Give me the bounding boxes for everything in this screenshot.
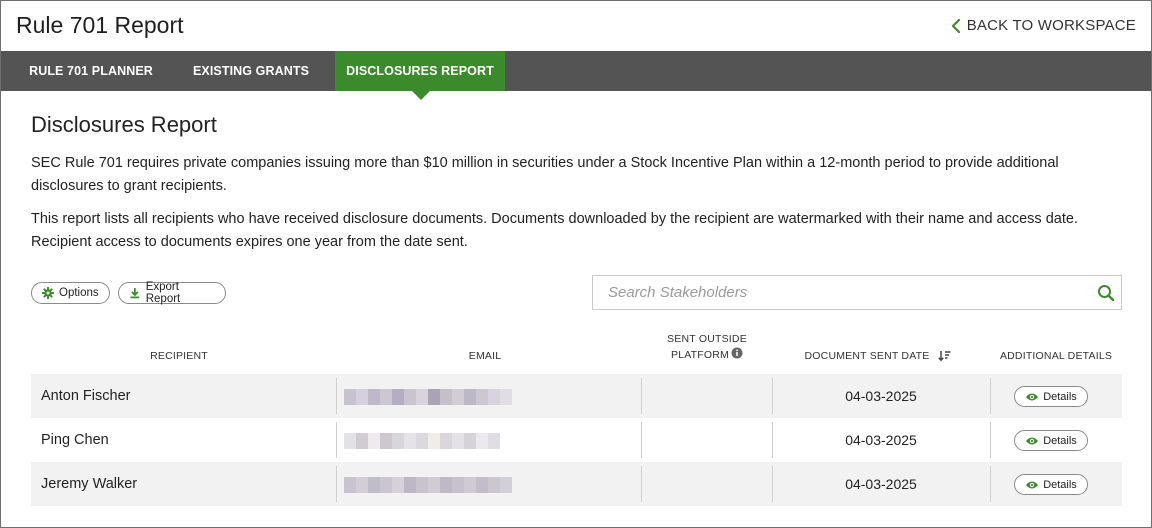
eye-icon <box>1026 481 1039 488</box>
app-frame: Rule 701 Report BACK TO WORKSPACE RULE 7… <box>0 0 1152 528</box>
download-icon <box>130 288 140 299</box>
column-divider <box>990 378 991 414</box>
column-header-email: EMAIL <box>468 350 502 362</box>
column-divider <box>641 466 642 502</box>
email-redacted <box>344 433 500 449</box>
sort-descending-icon[interactable] <box>938 350 951 362</box>
recipient-name: Jeremy Walker <box>41 476 138 492</box>
description-paragraph: This report lists all recipients who hav… <box>31 211 1078 250</box>
sent-outside-label-line2: PLATFORM <box>643 347 771 363</box>
back-to-workspace-link[interactable]: BACK TO WORKSPACE <box>951 17 1136 34</box>
document-sent-date-label: DOCUMENT SENT DATE <box>804 350 930 362</box>
search-box <box>592 275 1122 310</box>
info-icon[interactable] <box>731 347 743 359</box>
chevron-left-icon <box>951 18 960 33</box>
column-divider <box>336 422 337 458</box>
details-button[interactable]: Details <box>1014 430 1088 451</box>
column-header-additional-details: ADDITIONAL DETAILS <box>999 350 1113 362</box>
eye-icon <box>1026 437 1039 444</box>
column-header-sent-outside-platform: SENT OUTSIDE PLATFORM <box>643 331 771 363</box>
recipient-name: Ping Chen <box>41 432 109 448</box>
email-redacted <box>344 389 512 405</box>
search-icon[interactable] <box>1097 284 1115 302</box>
details-label: Details <box>1043 478 1077 491</box>
column-header-document-sent-date[interactable]: DOCUMENT SENT DATE <box>773 348 983 364</box>
page-title: Disclosures Report <box>31 112 217 137</box>
column-divider <box>336 466 337 502</box>
export-report-button[interactable]: Export Report <box>118 281 226 305</box>
table-row: Ping Chen 04-03-2025 Details <box>31 418 1122 462</box>
document-sent-date: 04-03-2025 <box>845 476 917 492</box>
table-row: Anton Fischer 04-03-2025 Details <box>31 374 1122 418</box>
options-label: Options <box>59 287 99 299</box>
recipient-name: Anton Fischer <box>41 388 131 404</box>
column-header-recipient: RECIPIENT <box>150 350 208 362</box>
document-sent-date: 04-03-2025 <box>845 388 917 404</box>
nav-bar: RULE 701 PLANNER EXISTING GRANTS DISCLOS… <box>1 51 1151 91</box>
search-input[interactable] <box>593 276 1083 309</box>
details-button[interactable]: Details <box>1014 386 1088 407</box>
details-label: Details <box>1043 390 1077 403</box>
details-label: Details <box>1043 434 1077 447</box>
tab-disclosures-report[interactable]: DISCLOSURES REPORT <box>335 51 505 91</box>
sent-outside-label-line1: SENT OUTSIDE <box>667 333 747 345</box>
sent-outside-label-platform: PLATFORM <box>671 349 729 361</box>
column-divider <box>990 422 991 458</box>
active-tab-indicator <box>412 91 430 100</box>
table-row: Jeremy Walker 04-03-2025 Details <box>31 462 1122 506</box>
export-report-label: Export Report <box>145 281 181 305</box>
intro-paragraph: SEC Rule 701 requires private companies … <box>31 155 1059 194</box>
column-divider <box>990 466 991 502</box>
email-redacted <box>344 477 512 493</box>
eye-icon <box>1026 393 1039 400</box>
options-button[interactable]: Options <box>31 282 110 304</box>
tab-existing-grants[interactable]: EXISTING GRANTS <box>181 51 321 91</box>
document-sent-date: 04-03-2025 <box>845 432 917 448</box>
app-title: Rule 701 Report <box>16 12 184 38</box>
details-button[interactable]: Details <box>1014 474 1088 495</box>
column-divider <box>641 422 642 458</box>
column-divider <box>641 378 642 414</box>
gear-icon <box>42 287 54 299</box>
back-to-workspace-label: BACK TO WORKSPACE <box>966 17 1136 34</box>
tab-rule-701-planner[interactable]: RULE 701 PLANNER <box>16 51 166 91</box>
top-bar: Rule 701 Report BACK TO WORKSPACE <box>1 1 1151 51</box>
column-divider <box>336 378 337 414</box>
